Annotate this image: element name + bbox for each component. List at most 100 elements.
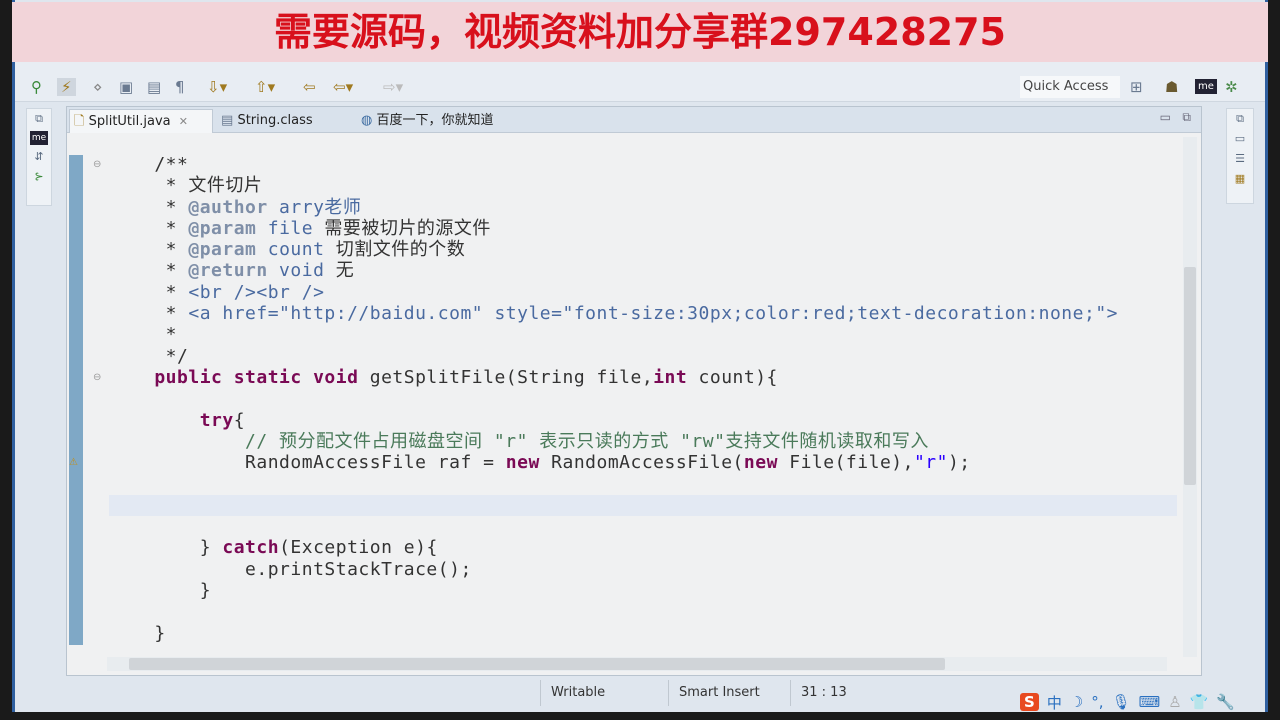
tab-splitutil-java[interactable]: 🗋 SplitUtil.java ✕ xyxy=(69,109,213,133)
maximize-icon[interactable]: ⧉ xyxy=(1182,110,1191,125)
ime-language[interactable]: 中 xyxy=(1047,692,1062,713)
code-line[interactable]: try{ xyxy=(109,410,1177,431)
status-writable: Writable xyxy=(540,680,668,706)
code-area[interactable]: /** * 文件切片 * @author arry老师 * @param fil… xyxy=(109,154,1177,664)
code-token: @return xyxy=(188,260,268,282)
me-view-icon[interactable]: me xyxy=(30,131,48,145)
wrench-icon[interactable]: 🔧 xyxy=(1216,693,1235,711)
code-token: 无 xyxy=(324,260,355,282)
code-line[interactable]: * <a href="http://baidu.com" style="font… xyxy=(109,303,1177,324)
right-trim-stack: ⧉ ▭ ☰ ▦ xyxy=(1226,108,1254,204)
restore-icon[interactable]: ⧉ xyxy=(27,109,51,129)
keyboard-icon[interactable]: ⌨ xyxy=(1139,693,1161,711)
code-token: } xyxy=(109,537,223,559)
editor-tabs: 🗋 SplitUtil.java ✕ ▤ String.class ◍ 百度一下… xyxy=(67,107,1201,133)
next-annotation-icon[interactable]: ⇩▾ xyxy=(207,78,227,96)
code-line[interactable]: /** xyxy=(109,154,1177,175)
code-token: catch xyxy=(222,537,280,559)
mark-occurrences-icon[interactable]: ⚡ xyxy=(57,78,76,96)
code-token: { xyxy=(233,409,246,431)
java-file-icon: 🗋 xyxy=(74,114,85,129)
last-edit-icon[interactable]: ⇦ xyxy=(303,78,316,96)
code-line[interactable] xyxy=(109,516,1177,537)
code-line[interactable]: * xyxy=(109,324,1177,345)
code-token: @param xyxy=(188,217,257,239)
close-tab-icon[interactable]: ✕ xyxy=(179,115,188,128)
code-token: int xyxy=(653,366,688,388)
minimize-icon[interactable]: ▭ xyxy=(1160,110,1171,124)
code-line[interactable]: } xyxy=(109,623,1177,644)
word-wrap-icon[interactable]: ▤ xyxy=(147,78,161,96)
code-token: // 预分配文件占用磁盘空间 "r" 表示只读的方式 "rw"支持文件随机读取和… xyxy=(109,430,929,452)
microphone-icon[interactable]: 🎙 xyxy=(1112,693,1131,711)
back-icon[interactable]: ⇦▾ xyxy=(333,78,353,96)
code-line[interactable]: RandomAccessFile raf = new RandomAccessF… xyxy=(109,452,1177,473)
me-perspective-icon[interactable]: me xyxy=(1195,79,1217,94)
code-token: * xyxy=(109,260,189,282)
code-token: */ xyxy=(109,345,189,367)
code-token: arry老师 xyxy=(267,196,362,218)
code-token: public static void xyxy=(109,366,370,388)
code-line[interactable] xyxy=(109,601,1177,622)
java-ee-perspective-icon[interactable]: ☗ xyxy=(1165,78,1178,96)
code-line[interactable]: } xyxy=(109,580,1177,601)
status-cursor-position: 31 : 13 xyxy=(790,680,880,706)
vertical-scrollbar[interactable] xyxy=(1183,137,1197,657)
hierarchy-icon[interactable]: ⇵ xyxy=(27,147,51,167)
tree-icon[interactable]: ⊱ xyxy=(27,167,51,187)
tab-baidu-browser[interactable]: ◍ 百度一下，你就知道 xyxy=(357,109,557,133)
horizontal-scroll-thumb[interactable] xyxy=(129,658,945,670)
code-line[interactable]: * @return void 无 xyxy=(109,260,1177,281)
code-line[interactable]: */ xyxy=(109,346,1177,367)
code-line[interactable]: } catch(Exception e){ xyxy=(109,537,1177,558)
code-line[interactable] xyxy=(109,473,1177,494)
code-token: count xyxy=(256,239,325,261)
code-line[interactable]: * <br /><br /> xyxy=(109,282,1177,303)
restore-icon[interactable]: ⧉ xyxy=(1227,109,1253,129)
code-token: @author xyxy=(188,196,268,218)
code-line[interactable] xyxy=(109,388,1177,409)
forward-icon[interactable]: ⇨▾ xyxy=(383,78,403,96)
code-line[interactable]: * 文件切片 xyxy=(109,175,1177,196)
debug-perspective-icon[interactable]: ✲ xyxy=(1225,78,1238,96)
show-whitespace-icon[interactable]: ▣ xyxy=(119,78,133,96)
vertical-scroll-thumb[interactable] xyxy=(1184,267,1196,485)
tab-string-class[interactable]: ▤ String.class xyxy=(217,109,347,133)
tab-label: SplitUtil.java xyxy=(88,114,171,129)
problems-icon[interactable]: ▦ xyxy=(1227,169,1253,189)
code-line[interactable]: e.printStackTrace(); xyxy=(109,559,1177,580)
horizontal-scrollbar[interactable] xyxy=(107,657,1167,671)
prev-annotation-icon[interactable]: ⇧▾ xyxy=(255,78,275,96)
open-perspective-icon[interactable]: ⊞ xyxy=(1130,78,1143,96)
task-list-icon[interactable]: ☰ xyxy=(1227,149,1253,169)
tab-label: 百度一下，你就知道 xyxy=(376,113,494,128)
paragraph-icon[interactable]: ¶ xyxy=(175,78,185,96)
fold-collapse-icon[interactable]: ⊖ xyxy=(93,372,101,383)
punctuation-icon[interactable]: °, xyxy=(1091,693,1103,711)
ime-toolbar: S 中 ☽ °, 🎙 ⌨ ♙ 👕 🔧 xyxy=(1020,690,1235,714)
warning-marker-icon[interactable]: ⚠ xyxy=(69,457,78,468)
skin-icon[interactable]: 👕 xyxy=(1190,693,1209,711)
code-token: * 文件切片 xyxy=(109,175,263,197)
main-toolbar xyxy=(15,62,1265,74)
fold-collapse-icon[interactable]: ⊖ xyxy=(93,159,101,170)
code-token: } xyxy=(109,579,212,601)
block-selection-icon[interactable]: ⋄ xyxy=(93,78,102,96)
code-line[interactable]: * @param count 切割文件的个数 xyxy=(109,239,1177,260)
moon-icon[interactable]: ☽ xyxy=(1070,693,1083,711)
code-line[interactable]: * @param file 需要被切片的源文件 xyxy=(109,218,1177,239)
sogou-logo[interactable]: S xyxy=(1020,693,1039,711)
code-token: RandomAccessFile raf = xyxy=(109,452,506,474)
code-line[interactable]: public static void getSplitFile(String f… xyxy=(109,367,1177,388)
code-token: /** xyxy=(109,154,189,175)
user-icon[interactable]: ♙ xyxy=(1168,693,1181,711)
code-line[interactable]: // 预分配文件占用磁盘空间 "r" 表示只读的方式 "rw"支持文件随机读取和… xyxy=(109,431,1177,452)
pin-icon[interactable]: ⚲ xyxy=(31,78,42,96)
quick-access-input[interactable]: Quick Access xyxy=(1020,76,1120,98)
code-line[interactable]: * @author arry老师 xyxy=(109,197,1177,218)
current-code-line[interactable] xyxy=(109,494,1177,517)
code-token: File(file), xyxy=(777,452,914,474)
outline-icon[interactable]: ▭ xyxy=(1227,129,1253,149)
code-token: 需要被切片的源文件 xyxy=(313,217,491,239)
code-token: ); xyxy=(947,452,971,474)
